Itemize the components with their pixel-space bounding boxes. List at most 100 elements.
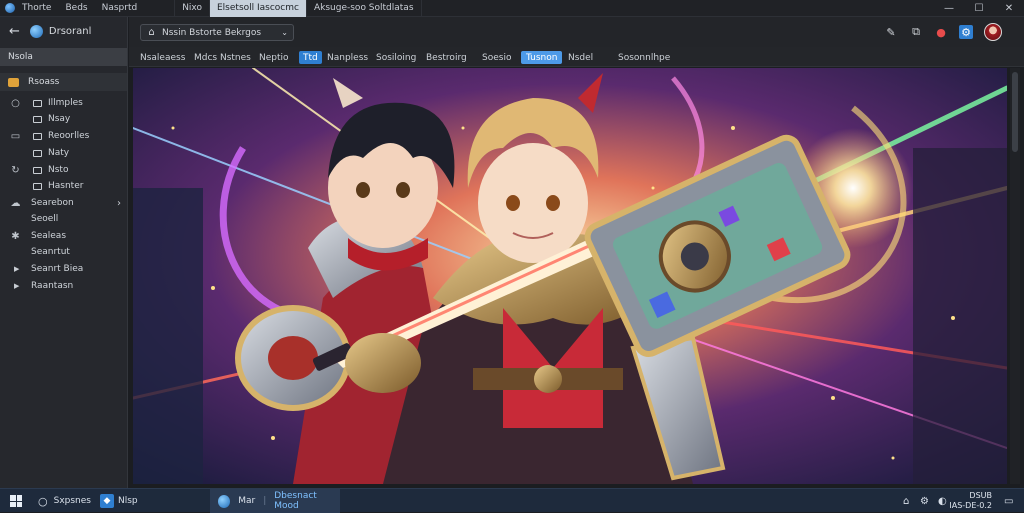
bookmark-4[interactable]: Ttd — [299, 51, 322, 64]
network-icon[interactable]: ⌂ — [903, 489, 909, 513]
sidebar-item-9[interactable]: ✱ Sealeas — [0, 228, 127, 244]
checkbox-icon — [33, 99, 42, 107]
checkbox-icon — [33, 166, 42, 174]
lock-icon: ⌂ — [148, 27, 155, 38]
artwork-image — [133, 68, 1007, 484]
sidebar: ← Drsoranl Nsola Rsoass ○ Illmples Nsay … — [0, 17, 128, 488]
sidebar-item-label: Sealeas — [31, 231, 67, 241]
globe-icon — [29, 24, 43, 38]
taskbar-window[interactable]: Mar | Dbesnact Mood — [210, 489, 340, 513]
separator: | — [263, 496, 267, 506]
sidebar-item-label: Seoell — [31, 214, 59, 224]
notification-icon[interactable]: ▭ — [1004, 489, 1013, 513]
bookmark-7[interactable]: Bestroirg — [423, 51, 470, 64]
folder-icon — [8, 77, 19, 87]
windows-icon[interactable] — [10, 489, 22, 513]
search-icon: ○ — [11, 97, 20, 109]
browser-toolbar: ⌂ Nssin Bstorte Bekrgos ⌄ ✎ ⧉ ● ⚙ — [129, 17, 1024, 47]
checkbox-icon — [33, 149, 42, 157]
sidebar-item-4[interactable]: Naty — [0, 145, 127, 161]
bookmark-11[interactable]: Sosonnlhpe — [615, 51, 673, 64]
address-text: Nssin Bstorte Bekrgos — [162, 27, 262, 38]
bookmark-3[interactable]: Neptio — [256, 51, 292, 64]
maximize-icon[interactable]: ☐ — [964, 0, 994, 17]
bookmark-5[interactable]: Nanpless — [324, 51, 371, 64]
artwork-illustration — [133, 68, 1007, 484]
sidebar-item-11[interactable]: ▶ Seanrt Biea — [0, 261, 127, 277]
taskbar-app[interactable]: ◆ Nlsp — [100, 489, 138, 513]
app-label: Nlsp — [118, 496, 138, 506]
sidebar-item-3[interactable]: ▭ Reoorlles — [0, 128, 127, 144]
settings-icon[interactable]: ⚙ — [959, 25, 973, 39]
cloud-icon: ☁ — [10, 197, 21, 209]
sidebar-item-1[interactable]: ○ Illmples — [0, 95, 127, 111]
app-icon: ◆ — [100, 494, 114, 508]
caret-right-icon[interactable]: ▶ — [14, 265, 19, 273]
sidebar-item-label: Searebon — [31, 198, 74, 208]
chevron-down-icon[interactable]: ⌄ — [281, 28, 288, 37]
window-label: Mar — [238, 496, 256, 506]
vertical-scrollbar[interactable] — [1010, 68, 1020, 484]
tab-3[interactable]: Aksuge-soo Soltdlatas — [305, 0, 422, 17]
checkbox-icon — [33, 132, 42, 140]
checkbox-icon — [33, 182, 42, 190]
sidebar-item-label: Nsto — [48, 165, 69, 175]
caret-right-icon[interactable]: ▶ — [14, 282, 19, 290]
minimize-icon[interactable]: — — [934, 0, 964, 17]
sidebar-item-label: Illmples — [48, 98, 83, 108]
sidebar-item-10[interactable]: Seanrtut — [0, 244, 127, 260]
extension-icon[interactable]: ✎ — [884, 25, 898, 39]
bookmarks-bar: Nsaleaess Mdcs Nstnes Neptio Ttd Nanples… — [129, 47, 1024, 67]
avatar[interactable] — [984, 23, 1002, 41]
volume-icon[interactable]: ◐ — [938, 489, 947, 513]
menu-item-3[interactable]: Nasprtd — [95, 0, 145, 17]
sidebar-item-label: Reoorlles — [48, 131, 90, 141]
chevron-right-icon[interactable]: › — [117, 198, 121, 209]
sidebar-item-5[interactable]: ↻ Nsto — [0, 162, 127, 178]
browser-logo-icon — [5, 3, 15, 13]
chat-icon: ▭ — [10, 130, 21, 142]
close-icon[interactable]: ✕ — [994, 0, 1024, 17]
bookmark-1[interactable]: Nsaleaess — [137, 51, 188, 64]
search-icon: ○ — [38, 494, 48, 508]
window-title: Dbesnact Mood — [274, 491, 317, 511]
menu-item-1[interactable]: Thorte — [15, 0, 58, 17]
tab-2-active[interactable]: Elsetsoll Iascocmc — [209, 0, 306, 17]
sidebar-item-label: Naty — [48, 148, 70, 158]
bookmark-8[interactable]: Soesio — [479, 51, 514, 64]
search-label: Sxpsnes — [53, 496, 91, 506]
sidebar-home-item[interactable]: Rsoass — [0, 73, 127, 91]
menu-item-2[interactable]: Beds — [58, 0, 94, 17]
sidebar-item-label: Seanrtut — [31, 247, 70, 257]
sidebar-item-12[interactable]: ▶ Raantasn — [0, 278, 127, 294]
sidebar-header: ← Drsoranl — [0, 17, 127, 45]
bookmark-2[interactable]: Mdcs Nstnes — [191, 51, 254, 64]
sidebar-item-8[interactable]: Seoell — [0, 211, 127, 227]
sidebar-item-2[interactable]: Nsay — [0, 111, 127, 127]
tab-1[interactable]: Nixo — [174, 0, 209, 17]
taskbar: ○ Sxpsnes ◆ Nlsp Mar | Dbesnact Mood ⌂ ⚙… — [0, 488, 1024, 513]
clock-date: IAS-DE-0.2 — [949, 501, 992, 510]
bookmark-9[interactable]: Tusnon — [521, 51, 563, 64]
bookmark-10[interactable]: Nsdel — [565, 51, 596, 64]
scrollbar-thumb[interactable] — [1012, 72, 1018, 152]
sidebar-item-label: Raantasn — [31, 281, 74, 291]
back-arrow-icon[interactable]: ← — [9, 24, 20, 39]
sidebar-item-label: Nsay — [48, 114, 71, 124]
sidebar-item-label: Hasnter — [48, 181, 84, 191]
sidebar-item-7[interactable]: ☁ Searebon › — [0, 195, 127, 211]
sidebar-item-label: Seanrt Biea — [31, 264, 84, 274]
sidebar-title: Drsoranl — [48, 25, 92, 37]
sidebar-item-6[interactable]: Hasnter — [0, 178, 127, 194]
favorite-icon[interactable]: ● — [934, 25, 948, 39]
refresh-icon: ↻ — [11, 164, 20, 176]
sidebar-home-label: Rsoass — [28, 77, 60, 87]
bookmark-6[interactable]: Sosiloing — [373, 51, 419, 64]
search-button[interactable]: ○ Sxpsnes — [38, 489, 91, 513]
puzzle-icon: ✱ — [11, 230, 20, 242]
settings-tray-icon[interactable]: ⚙ — [920, 489, 929, 513]
address-bar[interactable]: ⌂ Nssin Bstorte Bekrgos ⌄ — [140, 24, 294, 41]
share-icon[interactable]: ⧉ — [909, 25, 923, 39]
sidebar-section-header[interactable]: Nsola — [0, 48, 127, 66]
clock[interactable]: DSUB IAS-DE-0.2 — [949, 491, 992, 511]
